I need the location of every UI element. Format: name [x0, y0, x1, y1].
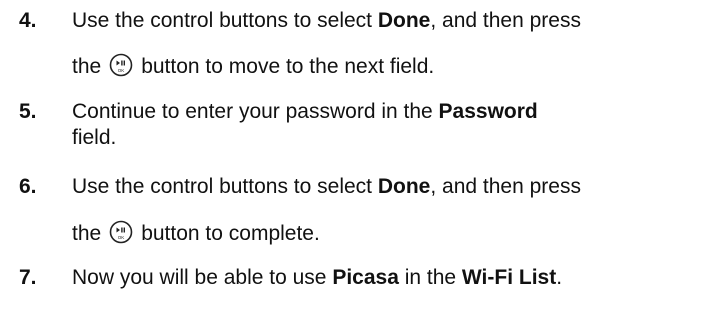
step-4-line-1: Use the control buttons to select Done, … — [72, 9, 581, 32]
done-label: Done — [377, 9, 431, 32]
wifi-list-label: Wi-Fi List — [461, 266, 557, 289]
play-pause-ok-button-icon: OK — [109, 53, 133, 77]
step-number: 7. — [19, 266, 37, 289]
step-number: 4. — [19, 9, 37, 32]
picasa-label: Picasa — [332, 266, 399, 289]
step-6-line-2: the OK button to complete. — [72, 220, 320, 245]
step-5-line-2: field. — [72, 126, 117, 149]
svg-text:OK: OK — [118, 235, 125, 240]
play-pause-ok-button-icon: OK — [109, 220, 133, 244]
password-label: Password — [438, 100, 538, 123]
step-4-line-2: the OK button to move to the next field. — [72, 53, 435, 78]
step-7-line-1: Now you will be able to use Picasa in th… — [72, 266, 563, 289]
step-6-line-1: Use the control buttons to select Done, … — [72, 175, 581, 198]
step-number: 5. — [19, 100, 37, 123]
svg-text:OK: OK — [118, 68, 125, 73]
step-5-line-1: Continue to enter your password in the P… — [72, 100, 538, 123]
step-number: 6. — [19, 175, 37, 198]
done-label: Done — [377, 175, 431, 198]
